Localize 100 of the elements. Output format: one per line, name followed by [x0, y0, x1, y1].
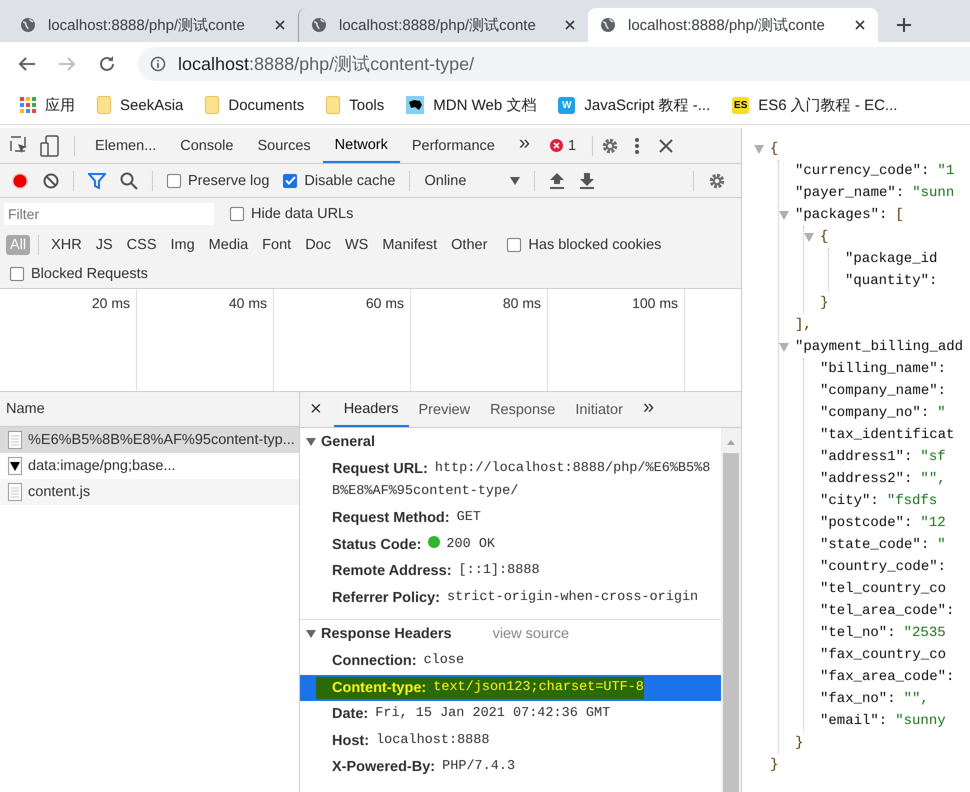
type-filter[interactable]: CSS	[122, 235, 160, 255]
panel-tab[interactable]: Console	[168, 128, 246, 162]
type-filter[interactable]: Manifest	[378, 235, 442, 255]
header-field: Remote Address: [::1]:8888	[332, 560, 540, 582]
clear-icon[interactable]	[43, 172, 59, 188]
type-filter[interactable]: Doc	[301, 235, 335, 255]
json-line: "tax_identificat	[820, 427, 954, 443]
back-arrow-icon[interactable]	[18, 56, 36, 72]
expanded-triangle-icon[interactable]	[306, 629, 316, 639]
globe-icon	[311, 17, 327, 33]
bookmark[interactable]: MDN Web 文档	[406, 96, 536, 114]
device-toggle-icon[interactable]	[40, 134, 60, 156]
folder-icon	[205, 96, 220, 114]
json-line: "fax_no": "",	[820, 691, 929, 707]
type-filter[interactable]: XHR	[47, 235, 86, 255]
request-row[interactable]: data:image/png;base...	[0, 453, 299, 479]
header-field: Date: Fri, 15 Jan 2021 07:42:36 GMT	[332, 703, 610, 726]
json-line: "quantity":	[845, 273, 938, 289]
checkbox[interactable]	[507, 238, 522, 252]
json-line: "currency_code": "1	[795, 163, 954, 179]
browser-tab[interactable]: localhost:8888/php/测试conte	[588, 8, 878, 42]
more-tabs-button[interactable]: »	[632, 396, 664, 423]
header-field: Host: localhost:8888	[332, 730, 490, 752]
close-icon[interactable]	[854, 19, 866, 31]
upload-icon[interactable]	[549, 172, 566, 190]
detail-tab[interactable]: Response	[480, 392, 566, 427]
site-logo-icon: ES	[732, 96, 750, 114]
filter-field[interactable]: Filter	[4, 203, 214, 225]
checkbox[interactable]	[230, 207, 244, 221]
view-source-link[interactable]: view source	[492, 626, 570, 642]
json-line: "payer_name": "sunn	[795, 185, 954, 201]
checkbox[interactable]	[283, 174, 298, 188]
type-filter[interactable]: JS	[92, 235, 117, 255]
checkbox[interactable]	[10, 267, 24, 281]
settings-icon[interactable]	[708, 172, 726, 190]
section-title[interactable]: Response Headers	[321, 626, 452, 642]
panel-tab[interactable]: Performance	[400, 128, 507, 162]
bookmark[interactable]: SeekAsia	[97, 96, 184, 114]
type-filter[interactable]: WS	[340, 235, 372, 255]
json-line: "city": "fsdfs	[820, 493, 938, 509]
browser-tab[interactable]: localhost:8888/php/测试conte	[8, 8, 298, 42]
header-field: Referrer Policy: strict-origin-when-cross-origin	[332, 586, 698, 609]
detail-tab[interactable]: Initiator	[565, 392, 633, 427]
json-line: "fax_country_co	[820, 647, 946, 663]
more-tabs-button[interactable]: »	[506, 132, 542, 159]
record-icon[interactable]	[11, 172, 29, 190]
close-icon[interactable]	[659, 138, 674, 152]
json-line: "country_code":	[820, 559, 946, 575]
request-row[interactable]: %E6%B5%8B%E8%AF%95content-typ...	[0, 427, 299, 453]
type-filter[interactable]: Font	[258, 235, 296, 255]
header-field: Connection: close	[332, 650, 464, 672]
error-counter[interactable]: 1	[542, 138, 584, 154]
checkbox-label: Hide data URLs	[251, 206, 354, 222]
json-line: }	[820, 295, 828, 311]
close-icon[interactable]	[274, 19, 286, 31]
panel-tab[interactable]: Elemen...	[83, 128, 168, 162]
close-pane-button[interactable]: ×	[300, 398, 334, 421]
reload-icon[interactable]	[98, 55, 116, 73]
info-icon	[150, 56, 166, 72]
search-icon[interactable]	[120, 172, 138, 190]
more-options-icon[interactable]	[635, 138, 640, 154]
panel-tab[interactable]: Sources	[245, 128, 323, 162]
bookmark[interactable]: Documents	[205, 96, 304, 114]
address-bar[interactable]: localhost:8888/php/测试content-type/	[138, 47, 970, 81]
column-header: Name	[6, 401, 45, 417]
globe-icon	[600, 17, 616, 33]
request-row[interactable]: content.js	[0, 479, 299, 505]
header-field: Status Code: 200 OK	[332, 534, 496, 556]
settings-icon[interactable]	[601, 136, 620, 154]
checkbox[interactable]	[167, 174, 181, 188]
new-tab-icon[interactable]	[896, 17, 912, 33]
json-line: "fax_area_code":	[820, 669, 954, 685]
folder-icon	[97, 96, 111, 114]
time-tick-label: 60 ms	[366, 295, 404, 311]
section-title[interactable]: General	[321, 434, 375, 450]
type-filter[interactable]: Img	[166, 235, 199, 255]
checkbox-label: Preserve log	[188, 172, 270, 188]
json-line: "package_id	[845, 251, 938, 267]
header-field: Request Method: GET	[332, 507, 481, 530]
json-line: "packages": [	[795, 207, 904, 223]
checkbox-label: Blocked Requests	[31, 266, 148, 282]
filter-icon[interactable]	[88, 172, 106, 188]
expanded-triangle-icon[interactable]	[306, 437, 316, 447]
scroll-up-icon	[727, 440, 735, 445]
bookmark[interactable]: W JavaScript 教程 -...	[558, 96, 710, 114]
type-filter[interactable]: Media	[204, 235, 252, 255]
json-line: "payment_billing_add	[795, 339, 964, 355]
download-icon[interactable]	[579, 172, 596, 190]
throttling-dropdown[interactable]: Online	[424, 172, 520, 188]
detail-tab[interactable]: Headers	[334, 392, 408, 427]
bookmark[interactable]: Tools	[326, 96, 384, 114]
json-line: "address1": "sf	[820, 449, 946, 465]
type-filter[interactable]: Other	[447, 235, 492, 255]
bookmark[interactable]: 应用	[20, 96, 75, 114]
detail-tab[interactable]: Preview	[408, 392, 480, 427]
scrollbar[interactable]	[721, 428, 741, 792]
close-icon[interactable]	[564, 19, 576, 31]
bookmark[interactable]: ES ES6 入门教程 - EC...	[732, 96, 898, 114]
header-field: Request URL: http://localhost:8888/php/%E6%B5%8B%E8%AF%95content-type/	[332, 458, 717, 503]
json-line: "address2": "",	[820, 471, 946, 487]
